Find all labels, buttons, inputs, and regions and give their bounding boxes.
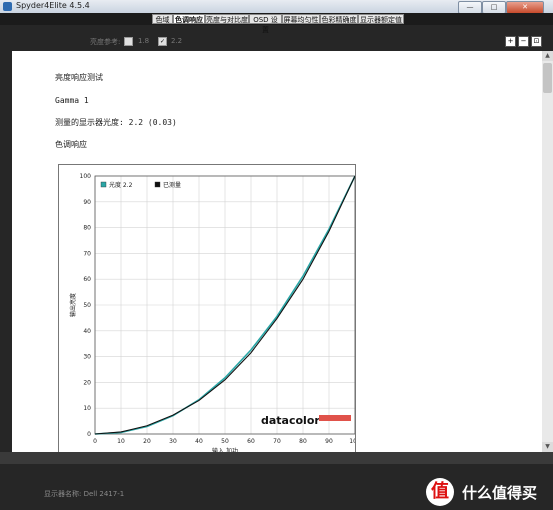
legend-swatch [154, 181, 161, 188]
app-icon [3, 2, 12, 11]
x-tick-label: 40 [195, 438, 203, 445]
zoom-in-icon[interactable]: + [505, 36, 516, 47]
tab-brightness-contrast[interactable]: 亮度与对比度 [205, 14, 249, 24]
tone-response-chart: 00 10 10 20 20 30 30 40 40 50 50 60 60 70 70 80 80 90 90 10… [58, 164, 361, 452]
datacolor-logo-bar [319, 415, 351, 421]
title-bar: Spyder4Elite 4.5.4 — □ ✕ [0, 0, 553, 14]
option-1-8-label: 1.8 [138, 37, 150, 45]
vertical-scrollbar[interactable]: ▲ ▼ [542, 51, 553, 452]
tab-gamut[interactable]: 色域 [152, 14, 173, 24]
report-panel: 亮度响应测试 Gamma 1 测量的显示器光度: 2.2 (0.03) 色调响应… [12, 51, 542, 452]
tab-bar: 色域 色调响应 亮度与对比度 OSD 设置 屏幕均匀性 色彩精确度 显示器额定值 [0, 13, 553, 34]
scroll-up-icon[interactable]: ▲ [542, 51, 553, 61]
y-axis-label: 输出亮度 [69, 293, 77, 317]
scroll-down-icon[interactable]: ▼ [542, 442, 553, 452]
y-tick-label: 0 [87, 431, 91, 438]
x-tick-label: 20 [143, 438, 151, 445]
x-tick-label: 10 [117, 438, 125, 445]
x-tick-label: 90 [325, 438, 333, 445]
chart-svg: 00 10 10 20 20 30 30 40 40 50 50 60 60 70 70 80 80 90 90 10… [69, 173, 361, 452]
y-tick-label: 60 [83, 276, 91, 283]
brightness-reference-label: 亮度参考: [90, 38, 121, 46]
checkbox-2-2[interactable]: ✓ [158, 37, 167, 46]
gamma-label: Gamma 1 [55, 96, 89, 105]
tone-response-title: 色调响应 [55, 140, 87, 149]
report-heading: 亮度响应测试 [55, 73, 103, 82]
tab-monitor-rating[interactable]: 显示器额定值 [358, 14, 404, 24]
y-tick-label: 50 [83, 302, 91, 309]
y-tick-label: 40 [83, 328, 91, 335]
zoom-fit-icon[interactable]: ⊡ [531, 36, 542, 47]
tab-screen-uniformity[interactable]: 屏幕均匀性 [282, 14, 320, 24]
watermark-text: 什么值得买 [462, 484, 538, 502]
y-tick-label: 10 [83, 405, 91, 412]
tab-tone-response[interactable]: 色调响应 [173, 14, 205, 24]
toolbar: 亮度参考: 1.8 ✓ 2.2 + − ⊡ [12, 35, 542, 51]
measured-gamma-text: 测量的显示器光度: 2.2 (0.03) [55, 118, 177, 127]
watermark-logo: 值 [426, 478, 454, 506]
checkbox-1-8[interactable] [124, 37, 133, 46]
x-tick-label: 0 [93, 438, 97, 445]
x-tick-label: 80 [299, 438, 307, 445]
y-tick-label: 20 [83, 379, 91, 386]
x-tick-label: 100 [349, 438, 355, 445]
zoom-out-icon[interactable]: − [518, 36, 529, 47]
y-tick-label: 30 [83, 354, 91, 361]
x-tick-label: 60 [247, 438, 255, 445]
legend-swatch [100, 181, 107, 188]
datacolor-logo: datacolor [261, 414, 320, 427]
window-title: Spyder4Elite 4.5.4 [16, 1, 90, 10]
tab-osd-settings[interactable]: OSD 设置 [249, 14, 282, 34]
scroll-thumb[interactable] [543, 63, 552, 93]
y-tick-label: 100 [80, 173, 92, 180]
monitor-name-status: 显示器名称: Dell 2417-1 [44, 490, 125, 498]
x-tick-label: 30 [169, 438, 177, 445]
bottom-bar [0, 452, 553, 464]
y-tick-label: 90 [83, 199, 91, 206]
x-tick-label: 50 [221, 438, 229, 445]
legend-label: 光度 2.2 [109, 181, 133, 189]
tab-color-accuracy[interactable]: 色彩精确度 [320, 14, 358, 24]
option-2-2-label: 2.2 [171, 37, 183, 45]
y-tick-label: 80 [83, 225, 91, 232]
x-tick-label: 70 [273, 438, 281, 445]
legend-label: 已测量 [163, 181, 181, 189]
y-tick-label: 70 [83, 250, 91, 257]
